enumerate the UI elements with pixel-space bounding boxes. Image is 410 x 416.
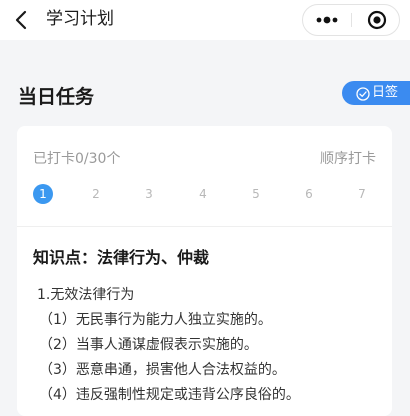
- page-title: 学习计划: [46, 9, 114, 29]
- more-dots-icon[interactable]: [303, 5, 351, 35]
- knowledge-item: （2）当事人通谋虚假表示实施的。: [39, 337, 258, 353]
- day-tab[interactable]: 6: [299, 184, 319, 204]
- daily-sign-button[interactable]: 日签: [342, 81, 410, 105]
- chevron-left-icon[interactable]: [12, 9, 32, 31]
- day-tab-active[interactable]: 1: [33, 184, 53, 204]
- check-circle-icon: [356, 86, 370, 101]
- day-tab[interactable]: 2: [86, 184, 106, 204]
- navigation-bar: 学习计划: [0, 0, 410, 40]
- knowledge-point-title: 知识点：法律行为、仲裁: [33, 248, 210, 267]
- section-title: 当日任务: [18, 86, 95, 108]
- checkin-mode[interactable]: 顺序打卡: [320, 150, 376, 168]
- target-close-icon[interactable]: [352, 5, 400, 35]
- knowledge-item: （4）违反强制性规定或违背公序良俗的。: [39, 387, 300, 403]
- knowledge-item: （3）恶意串通，损害他人合法权益的。: [39, 362, 286, 378]
- card-divider: [17, 226, 392, 227]
- knowledge-item: （1）无民事行为能力人独立实施的。: [39, 312, 272, 328]
- task-card: 已打卡0/30个 顺序打卡 1 2 3 4 5 6 7 知识点：法律行为、仲裁 …: [17, 126, 392, 416]
- mini-program-capsule: [302, 4, 400, 36]
- day-tab[interactable]: 5: [246, 184, 266, 204]
- daily-sign-label: 日签: [372, 85, 399, 100]
- checkin-progress: 已打卡0/30个: [33, 151, 121, 167]
- day-tab[interactable]: 7: [352, 184, 372, 204]
- day-tab[interactable]: 3: [139, 184, 159, 204]
- day-tab[interactable]: 4: [193, 184, 213, 204]
- knowledge-heading: 1.无效法律行为: [37, 287, 135, 303]
